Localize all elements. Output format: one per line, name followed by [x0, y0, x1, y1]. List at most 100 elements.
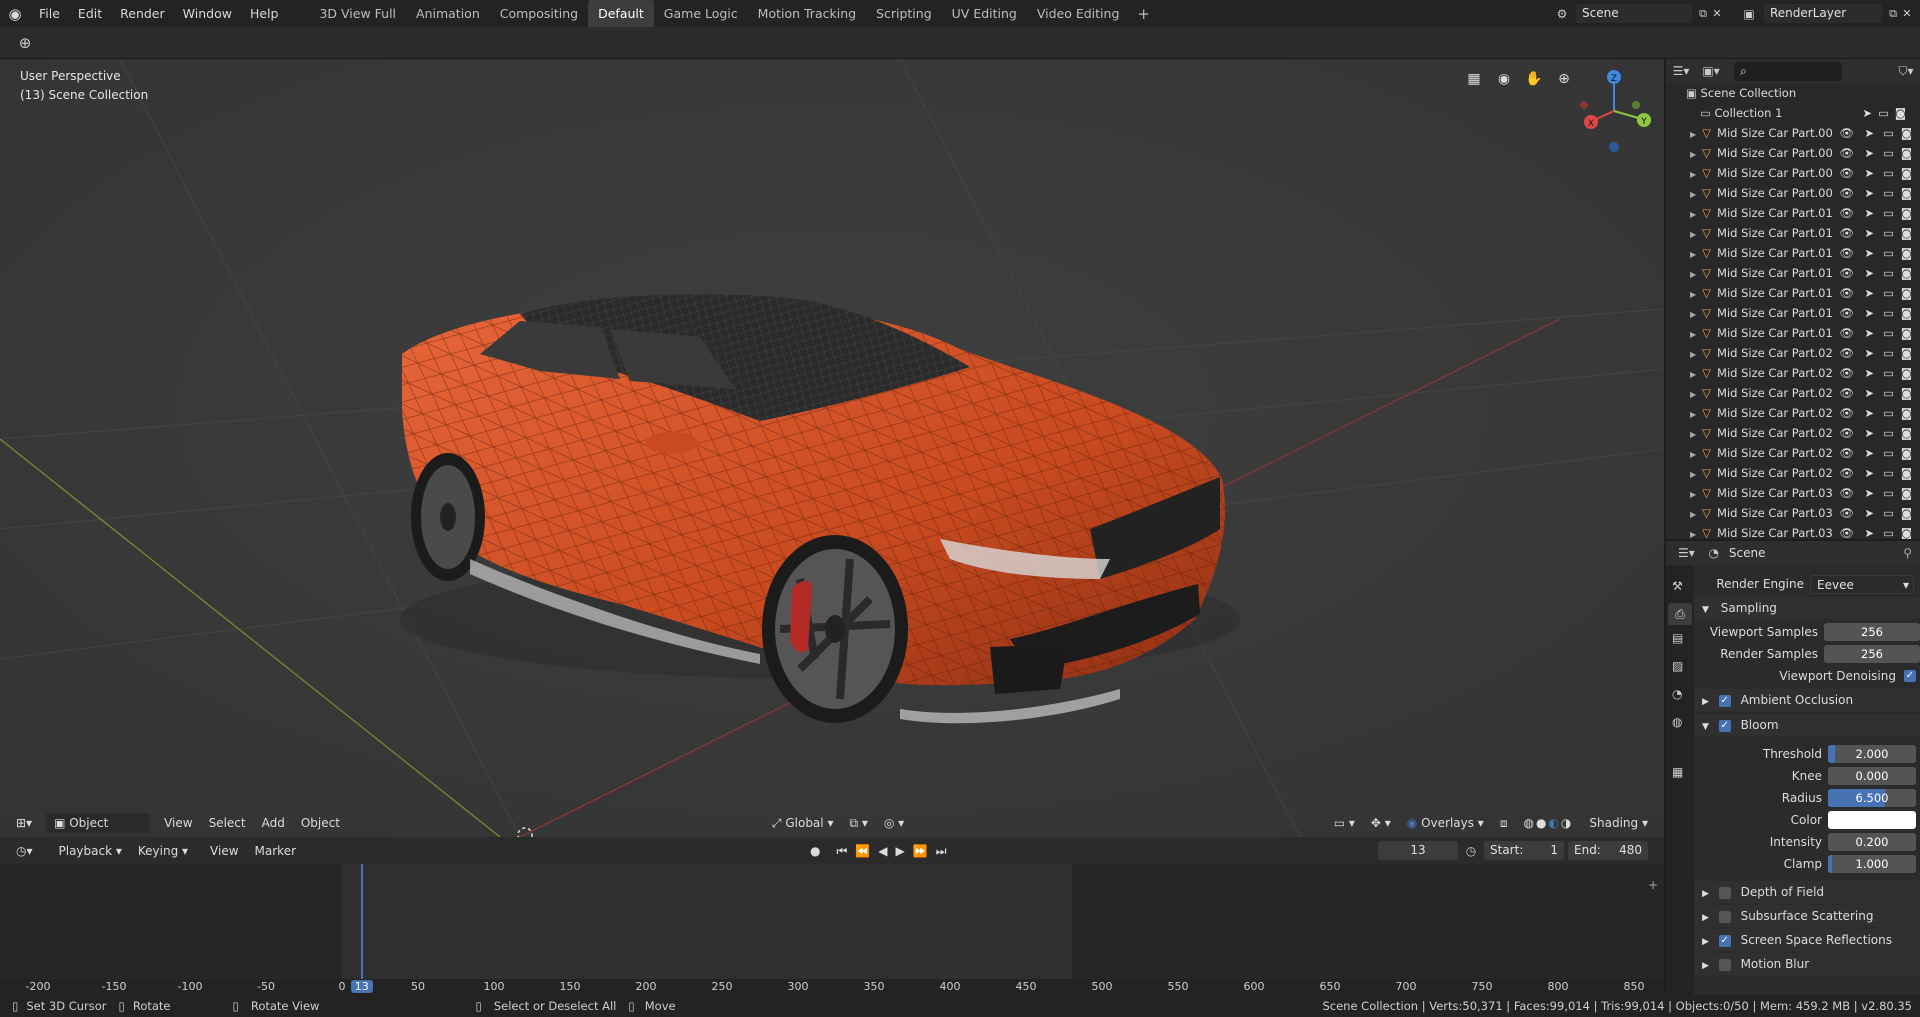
expand-arrow-icon[interactable]: ▶: [1690, 450, 1696, 459]
outliner-item[interactable]: ▶ ▽ Mid Size Car Part.01 👁 ➤ ▭ ◙: [1666, 263, 1920, 283]
viewport-display-icon[interactable]: ▭: [1883, 463, 1894, 483]
render-camera-icon[interactable]: ◙: [1901, 143, 1912, 163]
new-layer-icon[interactable]: ⧉: [1886, 7, 1900, 21]
xray-toggle-icon[interactable]: ⧈: [1492, 813, 1516, 833]
render-camera-icon[interactable]: ◙: [1901, 503, 1912, 523]
expand-arrow-icon[interactable]: ▶: [1690, 370, 1696, 379]
outliner-item[interactable]: ▶ ▽ Mid Size Car Part.01 👁 ➤ ▭ ◙: [1666, 223, 1920, 243]
render-camera-icon[interactable]: ◙: [1901, 343, 1912, 363]
play-icon[interactable]: ▶: [892, 841, 909, 861]
ambient-occlusion-checkbox[interactable]: ✓: [1718, 694, 1731, 707]
scene-tab-icon[interactable]: ◔: [1672, 687, 1682, 701]
expand-arrow-icon[interactable]: ▶: [1690, 350, 1696, 359]
keying-menu[interactable]: Keying ▾: [130, 841, 196, 861]
render-layer-field[interactable]: RenderLayer: [1764, 4, 1882, 23]
outliner-item[interactable]: ▶ ▽ Mid Size Car Part.00 👁 ➤ ▭ ◙: [1666, 183, 1920, 203]
menu-window[interactable]: Window: [174, 0, 241, 27]
visibility-eye-icon[interactable]: 👁: [1839, 203, 1854, 223]
visibility-eye-icon[interactable]: 👁: [1839, 383, 1854, 403]
visibility-eye-icon[interactable]: 👁: [1839, 263, 1854, 283]
outliner-search-input[interactable]: ⌕: [1734, 61, 1842, 81]
outliner-item[interactable]: ▶ ▽ Mid Size Car Part.00 👁 ➤ ▭ ◙: [1666, 163, 1920, 183]
outliner-item[interactable]: ▶ ▽ Mid Size Car Part.03 👁 ➤ ▭ ◙: [1666, 503, 1920, 523]
expand-arrow-icon[interactable]: ▶: [1690, 430, 1696, 439]
outliner-item[interactable]: ▶ ▽ Mid Size Car Part.00 👁 ➤ ▭ ◙: [1666, 123, 1920, 143]
scene-icon[interactable]: ⚙: [1548, 7, 1576, 21]
outliner-item[interactable]: ▶ ▽ Mid Size Car Part.02 👁 ➤ ▭ ◙: [1666, 423, 1920, 443]
outliner-item[interactable]: ▶ ▽ Mid Size Car Part.03 👁 ➤ ▭ ◙: [1666, 483, 1920, 503]
tab-motion-tracking[interactable]: Motion Tracking: [748, 0, 866, 27]
render-samples-field[interactable]: 256: [1824, 645, 1920, 663]
expand-arrow-icon[interactable]: ▶: [1690, 230, 1696, 239]
render-camera-icon[interactable]: ◙: [1901, 463, 1912, 483]
render-camera-icon[interactable]: ◙: [1901, 283, 1912, 303]
ssr-checkbox[interactable]: ✓: [1718, 934, 1731, 947]
display-mode-icon[interactable]: ▣▾: [1696, 64, 1726, 78]
start-frame-field[interactable]: Start: 1: [1484, 841, 1564, 860]
outliner-scene-collection[interactable]: ▣ Scene Collection: [1666, 83, 1920, 103]
pin-icon[interactable]: ⚲: [1903, 541, 1912, 565]
expand-arrow-icon[interactable]: ▶: [1690, 470, 1696, 479]
selectable-arrow-icon[interactable]: ➤: [1864, 483, 1874, 503]
timeline-area[interactable]: +: [0, 864, 1664, 979]
depth-of-field-checkbox[interactable]: [1718, 886, 1731, 899]
end-frame-field[interactable]: End: 480: [1568, 841, 1648, 860]
expand-arrow-icon[interactable]: ▶: [1690, 210, 1696, 219]
viewport-display-icon[interactable]: ▭: [1883, 503, 1894, 523]
blender-logo-icon[interactable]: ◉: [0, 5, 30, 23]
expand-arrow-icon[interactable]: ▶: [1690, 530, 1696, 539]
render-camera-icon[interactable]: ◙: [1901, 263, 1912, 283]
jump-start-icon[interactable]: ⏮: [833, 841, 852, 861]
pan-view-hand-icon[interactable]: ✋: [1524, 71, 1544, 91]
render-layer-icon[interactable]: ▣: [1734, 7, 1764, 21]
expand-arrow-icon[interactable]: ▶: [1690, 330, 1696, 339]
viewport-display-icon[interactable]: ▭: [1883, 243, 1894, 263]
ambient-occlusion-panel-header[interactable]: ▶ ✓ Ambient Occlusion: [1694, 689, 1920, 711]
expand-arrow-icon[interactable]: ▶: [1690, 270, 1696, 279]
tab-default[interactable]: Default: [588, 0, 654, 27]
visibility-dropdown-icon[interactable]: ▭ ▾: [1326, 813, 1363, 833]
selectable-arrow-icon[interactable]: ➤: [1864, 163, 1874, 183]
scene-name-field[interactable]: Scene: [1576, 4, 1692, 23]
outliner-item[interactable]: ▶ ▽ Mid Size Car Part.00 👁 ➤ ▭ ◙: [1666, 143, 1920, 163]
timeline-add-icon[interactable]: +: [1648, 878, 1658, 892]
radius-slider[interactable]: 6.500: [1828, 789, 1916, 807]
visibility-eye-icon[interactable]: 👁: [1839, 243, 1854, 263]
viewport-display-icon[interactable]: ▭: [1883, 303, 1894, 323]
viewport-display-icon[interactable]: ▭: [1883, 363, 1894, 383]
mode-dropdown[interactable]: ▣ Object Mode ▾: [46, 813, 151, 850]
expand-arrow-icon[interactable]: ▶: [1690, 290, 1696, 299]
viewport-display-icon[interactable]: ▭: [1883, 403, 1894, 423]
visibility-eye-icon[interactable]: 👁: [1839, 163, 1854, 183]
record-button[interactable]: ●: [804, 840, 827, 861]
render-camera-icon[interactable]: ◙: [1901, 423, 1912, 443]
jump-end-icon[interactable]: ⏭: [932, 841, 951, 861]
shading-dropdown[interactable]: Shading ▾: [1581, 813, 1656, 833]
motion-blur-panel-header[interactable]: ▶ Motion Blur: [1694, 953, 1920, 975]
viewport-display-icon[interactable]: ▭: [1883, 183, 1894, 203]
selectable-arrow-icon[interactable]: ➤: [1864, 123, 1874, 143]
shading-modes[interactable]: ◍●◐◑: [1515, 813, 1581, 833]
selectable-arrow-icon[interactable]: ➤: [1864, 503, 1874, 523]
visibility-eye-icon[interactable]: 👁: [1839, 303, 1854, 323]
outliner-collection-row[interactable]: ▭ Collection 1 ➤▭◙: [1666, 103, 1920, 123]
render-camera-icon[interactable]: ◙: [1901, 363, 1912, 383]
selectable-arrow-icon[interactable]: ➤: [1864, 263, 1874, 283]
selectable-arrow-icon[interactable]: ➤: [1864, 523, 1874, 539]
selectable-arrow-icon[interactable]: ➤: [1864, 203, 1874, 223]
threshold-slider[interactable]: 2.000: [1828, 745, 1916, 763]
clamp-slider[interactable]: 1.000: [1828, 855, 1916, 873]
render-camera-icon[interactable]: ◙: [1901, 523, 1912, 539]
menu-object[interactable]: Object: [293, 813, 348, 833]
visibility-eye-icon[interactable]: 👁: [1839, 423, 1854, 443]
selectable-arrow-icon[interactable]: ➤: [1864, 143, 1874, 163]
tab-compositing[interactable]: Compositing: [490, 0, 588, 27]
selectable-arrow-icon[interactable]: ➤: [1864, 183, 1874, 203]
viewport-display-icon[interactable]: ▭: [1883, 203, 1894, 223]
editor-type-icon[interactable]: ⊞▾: [8, 813, 40, 833]
render-camera-icon[interactable]: ◙: [1901, 183, 1912, 203]
viewport-display-icon[interactable]: ▭: [1883, 523, 1894, 539]
expand-arrow-icon[interactable]: ▶: [1690, 390, 1696, 399]
expand-arrow-icon[interactable]: ▶: [1690, 190, 1696, 199]
visibility-eye-icon[interactable]: 👁: [1839, 503, 1854, 523]
